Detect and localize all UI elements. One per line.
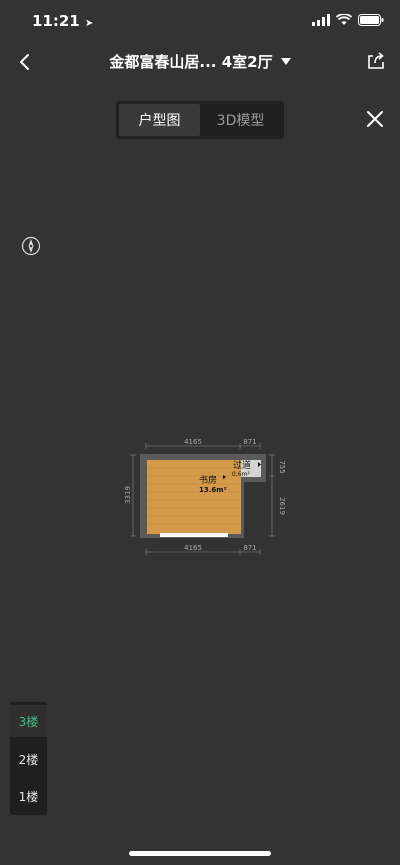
dim-bottom-left: 4165	[184, 544, 202, 552]
dim-right-upper: 755	[278, 460, 286, 473]
floor-1-button[interactable]: 1楼	[10, 780, 47, 812]
room-study-name[interactable]: 书房	[199, 473, 217, 486]
caret-down-icon	[280, 58, 291, 65]
floor-3-button[interactable]: 3楼	[10, 705, 47, 737]
room-study-area: 13.6m²	[199, 486, 227, 494]
room-corridor-name[interactable]: 过道	[233, 458, 251, 471]
home-indicator	[129, 851, 271, 856]
status-icons	[312, 14, 384, 26]
back-chevron-icon[interactable]	[16, 52, 36, 72]
close-icon[interactable]	[365, 109, 385, 129]
room-corridor-area: 0.6m²	[232, 471, 250, 478]
dim-right-lower: 2619	[278, 497, 286, 515]
signal-icon	[312, 14, 330, 26]
compass-icon[interactable]	[21, 236, 41, 256]
floor-selector: 3楼 2楼 1楼	[10, 702, 47, 815]
tab-3d-model[interactable]: 3D模型	[200, 104, 281, 136]
share-icon[interactable]	[366, 51, 386, 71]
page-title: 金都富春山居... 4室2厅	[109, 53, 273, 71]
tab-floorplan[interactable]: 户型图	[119, 104, 200, 136]
location-arrow-icon: ➤	[84, 18, 94, 29]
floor-2-button[interactable]: 2楼	[10, 743, 47, 775]
battery-icon	[358, 14, 384, 26]
dim-bottom-right: 871	[243, 544, 256, 552]
dim-top-right: 871	[243, 438, 256, 446]
status-time: 11:21 ➤	[32, 12, 94, 30]
dim-left: 3319	[124, 486, 132, 504]
dim-top-left: 4165	[184, 438, 202, 446]
wifi-icon	[336, 14, 352, 25]
floor-plan: 4165 871 3319 755 2619 4165 871	[124, 438, 286, 555]
view-mode-tabs: 户型图 3D模型	[116, 101, 284, 139]
title-dropdown[interactable]: 金都富春山居... 4室2厅	[60, 51, 340, 72]
